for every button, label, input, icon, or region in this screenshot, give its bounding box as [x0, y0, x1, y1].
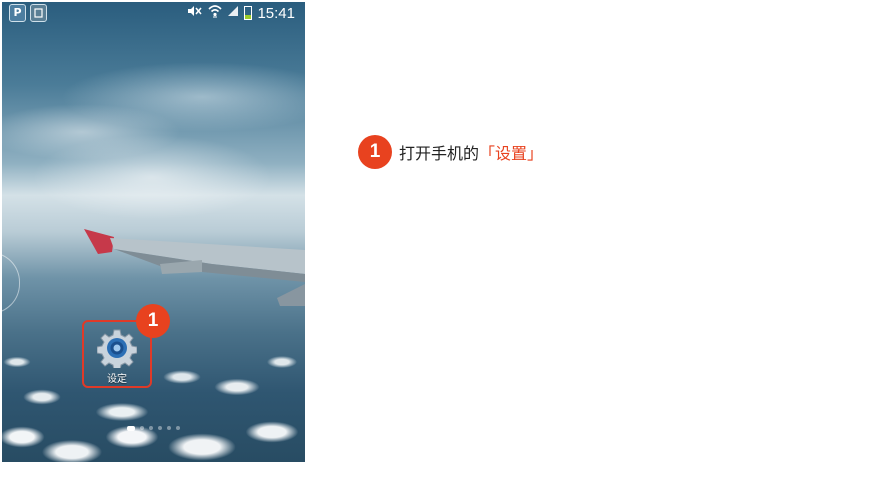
page-dot[interactable]	[127, 426, 135, 431]
signal-icon	[227, 5, 239, 21]
instruction-step: 1 打开手机的「设置」	[358, 135, 543, 169]
instruction-highlight: 「设置」	[479, 144, 544, 163]
page-dot[interactable]	[158, 426, 162, 430]
sim-card-icon	[30, 4, 47, 22]
gear-icon	[97, 329, 137, 368]
cloud-layer	[2, 317, 305, 462]
status-bar: P 15:41	[2, 2, 305, 24]
page-dot[interactable]	[176, 426, 180, 430]
phone-screenshot: P 15:41 设定 1	[2, 2, 305, 462]
page-dot[interactable]	[140, 426, 144, 430]
step-badge: 1	[136, 304, 170, 338]
settings-app-label: 设定	[107, 374, 127, 385]
clock: 15:41	[257, 4, 295, 22]
page-dot[interactable]	[167, 426, 171, 430]
page-indicator	[2, 426, 305, 431]
wifi-icon	[208, 4, 223, 22]
instruction-text: 打开手机的「设置」	[399, 140, 543, 164]
mute-icon	[187, 5, 203, 21]
app-p-icon: P	[9, 4, 26, 22]
step-number-badge: 1	[358, 135, 392, 169]
page-dot[interactable]	[149, 426, 153, 430]
battery-icon	[244, 6, 253, 20]
instruction-main-text: 打开手机的	[399, 144, 480, 163]
